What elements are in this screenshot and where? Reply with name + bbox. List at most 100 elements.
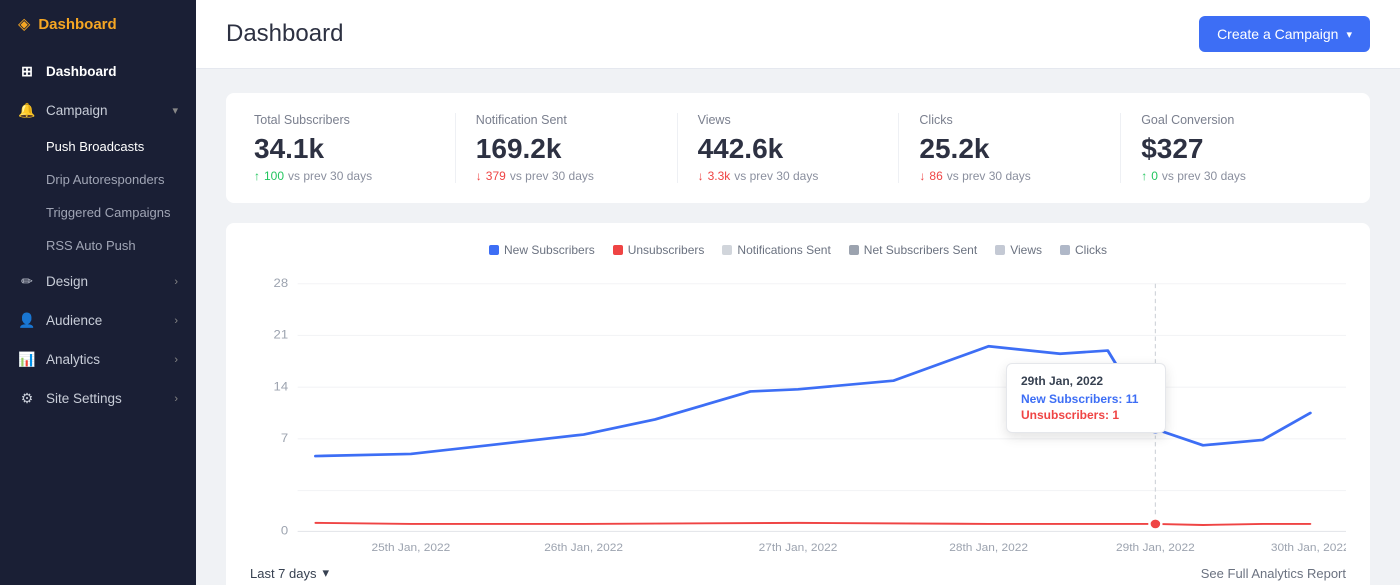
chevron-right-icon: › bbox=[174, 354, 178, 366]
see-full-analytics-link[interactable]: See Full Analytics Report bbox=[1201, 566, 1346, 581]
svg-text:14: 14 bbox=[274, 380, 289, 393]
arrow-up-icon: ↑ bbox=[1141, 169, 1147, 183]
logo-icon: ◈ bbox=[18, 14, 30, 34]
stat-total-subscribers: Total Subscribers 34.1k ↑ 100 vs prev 30… bbox=[254, 113, 456, 183]
stat-change-text: vs prev 30 days bbox=[734, 169, 818, 183]
stat-notification-sent: Notification Sent 169.2k ↓ 379 vs prev 3… bbox=[456, 113, 678, 183]
stat-clicks: Clicks 25.2k ↓ 86 vs prev 30 days bbox=[899, 113, 1121, 183]
chevron-right-icon: › bbox=[174, 276, 178, 288]
legend-net-subscribers: Net Subscribers Sent bbox=[849, 243, 977, 257]
svg-text:27th Jan, 2022: 27th Jan, 2022 bbox=[759, 542, 838, 553]
chevron-down-icon: ▾ bbox=[1346, 28, 1352, 41]
stat-change-text: vs prev 30 days bbox=[510, 169, 594, 183]
stat-label: Clicks bbox=[919, 113, 1100, 127]
stat-label: Views bbox=[698, 113, 879, 127]
sidebar-logo: ◈ Dashboard bbox=[0, 0, 196, 48]
legend-new-subscribers: New Subscribers bbox=[489, 243, 595, 257]
legend-label: Views bbox=[1010, 243, 1042, 257]
sidebar-nav: ⊞ Dashboard 🔔 Campaign ▾ Push Broadcasts… bbox=[0, 48, 196, 585]
legend-label: New Subscribers bbox=[504, 243, 595, 257]
legend-clicks: Clicks bbox=[1060, 243, 1107, 257]
create-campaign-button[interactable]: Create a Campaign ▾ bbox=[1199, 16, 1370, 52]
legend-unsubscribers: Unsubscribers bbox=[613, 243, 705, 257]
sidebar-item-label: Audience bbox=[46, 313, 102, 328]
chevron-down-icon: ▾ bbox=[323, 565, 330, 581]
stat-change-num: 3.3k bbox=[708, 169, 731, 183]
arrow-down-icon: ↓ bbox=[476, 169, 482, 183]
sidebar-item-triggered-campaigns[interactable]: Triggered Campaigns bbox=[0, 196, 196, 229]
svg-text:0: 0 bbox=[281, 524, 288, 537]
stat-change: ↓ 379 vs prev 30 days bbox=[476, 169, 657, 183]
stat-label: Notification Sent bbox=[476, 113, 657, 127]
arrow-down-icon: ↓ bbox=[919, 169, 925, 183]
stats-card: Total Subscribers 34.1k ↑ 100 vs prev 30… bbox=[226, 93, 1370, 203]
dashboard-icon: ⊞ bbox=[18, 63, 36, 80]
main-header: Dashboard Create a Campaign ▾ bbox=[196, 0, 1400, 69]
legend-notifications-sent: Notifications Sent bbox=[722, 243, 830, 257]
stats-row: Total Subscribers 34.1k ↑ 100 vs prev 30… bbox=[254, 113, 1342, 183]
settings-icon: ⚙ bbox=[18, 390, 36, 407]
sidebar-item-drip-autoresponders[interactable]: Drip Autoresponders bbox=[0, 163, 196, 196]
legend-label: Clicks bbox=[1075, 243, 1107, 257]
sidebar-item-site-settings[interactable]: ⚙ Site Settings › bbox=[0, 379, 196, 418]
stat-value: $327 bbox=[1141, 133, 1322, 165]
sidebar-item-push-broadcasts[interactable]: Push Broadcasts bbox=[0, 130, 196, 163]
stat-label: Goal Conversion bbox=[1141, 113, 1322, 127]
date-range-label: Last 7 days bbox=[250, 566, 317, 581]
stat-change-text: vs prev 30 days bbox=[1162, 169, 1246, 183]
stat-value: 34.1k bbox=[254, 133, 435, 165]
sidebar-item-campaign[interactable]: 🔔 Campaign ▾ bbox=[0, 91, 196, 130]
svg-text:30th Jan, 2022: 30th Jan, 2022 bbox=[1271, 542, 1346, 553]
design-icon: ✏ bbox=[18, 273, 36, 290]
svg-text:28th Jan, 2022: 28th Jan, 2022 bbox=[949, 542, 1028, 553]
chart-legend: New Subscribers Unsubscribers Notificati… bbox=[250, 243, 1346, 257]
legend-dot bbox=[849, 245, 859, 255]
chevron-right-icon: › bbox=[174, 393, 178, 405]
date-range-button[interactable]: Last 7 days ▾ bbox=[250, 565, 329, 581]
stat-change-num: 379 bbox=[486, 169, 506, 183]
svg-text:29th Jan, 2022: 29th Jan, 2022 bbox=[1116, 542, 1195, 553]
main-content: Dashboard Create a Campaign ▾ Total Subs… bbox=[196, 0, 1400, 585]
stat-label: Total Subscribers bbox=[254, 113, 435, 127]
chart-area: 28 21 14 7 0 25th Jan, 2022 26th Jan, 20… bbox=[250, 273, 1346, 553]
sidebar-item-dashboard[interactable]: ⊞ Dashboard bbox=[0, 52, 196, 91]
main-body: Total Subscribers 34.1k ↑ 100 vs prev 30… bbox=[196, 69, 1400, 585]
svg-text:21: 21 bbox=[274, 328, 289, 341]
sidebar-item-analytics[interactable]: 📊 Analytics › bbox=[0, 340, 196, 379]
stat-change-num: 0 bbox=[1151, 169, 1158, 183]
stat-goal-conversion: Goal Conversion $327 ↑ 0 vs prev 30 days bbox=[1121, 113, 1342, 183]
chart-card: New Subscribers Unsubscribers Notificati… bbox=[226, 223, 1370, 585]
legend-views: Views bbox=[995, 243, 1042, 257]
legend-label: Net Subscribers Sent bbox=[864, 243, 977, 257]
stat-change-text: vs prev 30 days bbox=[947, 169, 1031, 183]
logo-text: Dashboard bbox=[38, 16, 116, 33]
stat-change: ↑ 100 vs prev 30 days bbox=[254, 169, 435, 183]
sidebar-item-label: Analytics bbox=[46, 352, 100, 367]
svg-text:28: 28 bbox=[274, 277, 289, 290]
chevron-down-icon: ▾ bbox=[172, 104, 178, 117]
legend-dot bbox=[489, 245, 499, 255]
legend-label: Unsubscribers bbox=[628, 243, 705, 257]
sidebar: ◈ Dashboard ⊞ Dashboard 🔔 Campaign ▾ Pus… bbox=[0, 0, 196, 585]
legend-dot bbox=[995, 245, 1005, 255]
sidebar-item-rss-auto-push[interactable]: RSS Auto Push bbox=[0, 229, 196, 262]
arrow-down-icon: ↓ bbox=[698, 169, 704, 183]
sidebar-item-audience[interactable]: 👤 Audience › bbox=[0, 301, 196, 340]
legend-label: Notifications Sent bbox=[737, 243, 830, 257]
sidebar-item-design[interactable]: ✏ Design › bbox=[0, 262, 196, 301]
sidebar-item-label: Campaign bbox=[46, 103, 108, 118]
legend-dot bbox=[722, 245, 732, 255]
sidebar-item-label: Site Settings bbox=[46, 391, 122, 406]
stat-change: ↓ 3.3k vs prev 30 days bbox=[698, 169, 879, 183]
arrow-up-icon: ↑ bbox=[254, 169, 260, 183]
chevron-right-icon: › bbox=[174, 315, 178, 327]
sidebar-item-label: Dashboard bbox=[46, 64, 117, 79]
analytics-icon: 📊 bbox=[18, 351, 36, 368]
legend-dot bbox=[613, 245, 623, 255]
campaign-icon: 🔔 bbox=[18, 102, 36, 119]
audience-icon: 👤 bbox=[18, 312, 36, 329]
create-campaign-label: Create a Campaign bbox=[1217, 26, 1338, 42]
legend-dot bbox=[1060, 245, 1070, 255]
data-point-red bbox=[1149, 519, 1161, 530]
page-title: Dashboard bbox=[226, 20, 343, 48]
